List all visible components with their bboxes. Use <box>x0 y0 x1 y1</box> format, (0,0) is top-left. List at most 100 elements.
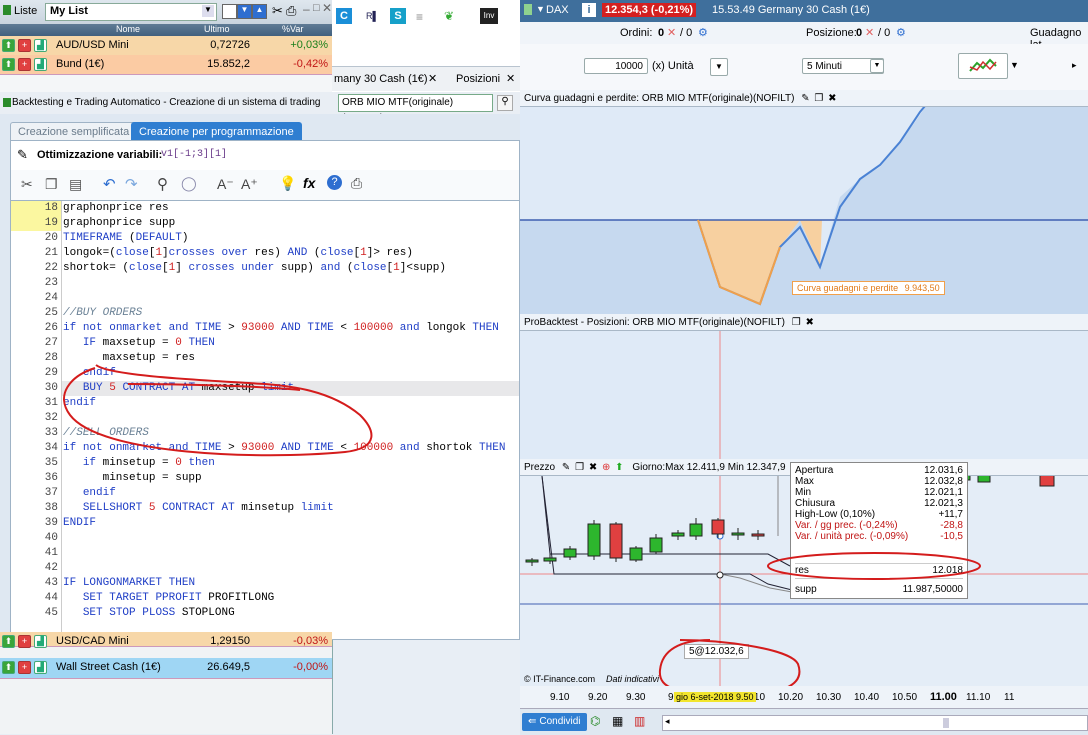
column-name[interactable]: Nome <box>116 24 140 34</box>
remove-icon[interactable]: + <box>18 58 31 71</box>
chart-type-button[interactable] <box>958 53 1008 79</box>
order-marker[interactable]: 5@12.032,6 <box>684 644 749 659</box>
scroll-right-icon[interactable]: ▸ <box>1072 60 1077 71</box>
redo-icon[interactable]: ↷ <box>125 175 138 193</box>
inv-icon[interactable]: Inv <box>480 8 498 24</box>
code-line[interactable]: SET STOP PLOSS STOPLONG <box>63 607 235 619</box>
comment-icon[interactable]: ◯ <box>181 175 197 192</box>
code-line[interactable]: maxsetup = res <box>63 352 195 364</box>
close-panel-icon[interactable]: ✖ <box>806 317 814 328</box>
tools-icon[interactable]: ✂ <box>272 3 283 19</box>
magnifier-icon[interactable]: ⚲ <box>497 95 513 111</box>
indicator-icon[interactable]: ⌬ <box>590 714 600 728</box>
close-panel-icon[interactable]: ✖ <box>828 93 836 104</box>
minimize-icon[interactable]: – <box>303 2 310 16</box>
edit-icon[interactable] <box>222 4 237 19</box>
quantity-input[interactable]: 10000 <box>584 58 648 74</box>
positions-chart[interactable] <box>520 331 1088 459</box>
scroll-left-icon[interactable]: ◂ <box>665 716 670 727</box>
leaf-icon[interactable]: ❦ <box>444 9 454 23</box>
table-row[interactable]: ⬆ + ▟ USD/CAD Mini 1,29150 -0,03% <box>0 632 332 648</box>
add-icon[interactable]: ⬆ <box>2 661 15 674</box>
code-line[interactable]: //SELL ORDERS <box>63 427 149 439</box>
paste-icon[interactable]: ▤ <box>69 176 82 193</box>
chart-row-icon[interactable]: ▟ <box>34 635 47 648</box>
rb-icon[interactable]: R▌ <box>366 11 379 21</box>
add-icon[interactable]: ⊕ <box>602 462 610 473</box>
window-icon[interactable]: ❐ <box>792 317 801 328</box>
position-x-icon[interactable]: ✕ <box>865 26 874 39</box>
search-icon[interactable]: ⚲ <box>157 175 168 193</box>
code-editor[interactable]: 18 graphonprice res 19 graphonprice supp 20 T… <box>10 200 520 640</box>
maximize-icon[interactable]: □ <box>313 2 320 14</box>
code-line[interactable]: //BUY ORDERS <box>63 307 142 319</box>
app-c-icon[interactable]: C <box>336 8 352 24</box>
code-line[interactable]: shortok= (close[1] crosses under supp) a… <box>63 262 446 274</box>
close-icon[interactable]: ✕ <box>322 1 332 15</box>
code-line[interactable]: longok=(close[1]crosses over res) AND (c… <box>63 247 413 259</box>
chevron-down-icon[interactable]: ▼ <box>202 5 214 17</box>
chart-type-chevron-icon[interactable]: ▼ <box>1010 60 1019 70</box>
up-icon[interactable]: ⬆ <box>615 462 623 473</box>
code-line[interactable]: if not onmarket and TIME > 93000 AND TIM… <box>63 442 505 454</box>
help-icon[interactable]: ? <box>327 175 342 190</box>
tab-simple[interactable]: Creazione semplificata <box>10 122 138 141</box>
orders-x-icon[interactable]: ✕ <box>667 26 676 39</box>
copy-icon[interactable]: ❐ <box>45 176 58 193</box>
table-row[interactable]: ⬆ + ▟ AUD/USD Mini 0,72726 +0,03% <box>0 36 332 56</box>
down-arrow-icon[interactable]: ▼ <box>237 4 252 19</box>
code-line[interactable]: graphonprice res <box>63 202 169 214</box>
pencil-icon[interactable]: ✎ <box>562 462 570 473</box>
code-line[interactable]: TIMEFRAME (DEFAULT) <box>63 232 188 244</box>
add-icon[interactable]: ⬆ <box>2 635 15 648</box>
window-icon[interactable]: ❐ <box>575 462 584 473</box>
chart-row-icon[interactable]: ▟ <box>34 661 47 674</box>
flag-icon[interactable]: ≡ <box>416 10 423 24</box>
list-icon[interactable]: ▦ <box>612 714 623 728</box>
print-code-icon[interactable]: ⎙ <box>351 175 362 192</box>
close-tab2-icon[interactable]: ✕ <box>506 72 515 85</box>
remove-icon[interactable]: + <box>18 661 31 674</box>
system-name-field[interactable]: ORB MIO MTF(originale)(NOFILT) <box>338 94 493 124</box>
close-tab-icon[interactable]: ✕ <box>428 72 437 85</box>
pencil-icon[interactable]: ✎ <box>801 93 809 104</box>
code-line[interactable]: BUY 5 CONTRACT AT maxsetup limit <box>63 382 294 394</box>
column-last[interactable]: Ultimo <box>204 24 230 34</box>
remove-icon[interactable]: + <box>18 635 31 648</box>
table-row[interactable]: ⬆ + ▟ Bund (1€) 15.852,2 -0,42% <box>0 55 332 75</box>
add-icon[interactable]: ⬆ <box>2 39 15 52</box>
code-line[interactable]: if not onmarket and TIME > 93000 AND TIM… <box>63 322 499 334</box>
chart-scrollbar[interactable]: ◂ <box>662 715 1088 731</box>
s-icon[interactable]: S <box>390 8 406 24</box>
scroll-thumb[interactable] <box>943 718 949 728</box>
column-change[interactable]: %Var <box>282 24 303 34</box>
unit-dropdown-icon[interactable]: ▼ <box>710 58 728 76</box>
code-line[interactable]: minsetup = supp <box>63 472 202 484</box>
orders-gear-icon[interactable]: ⚙ <box>698 26 708 39</box>
code-line[interactable]: SELLSHORT 5 CONTRACT AT minsetup limit <box>63 502 334 514</box>
info-icon[interactable]: i <box>582 3 596 17</box>
code-line[interactable]: IF maxsetup = 0 THEN <box>63 337 215 349</box>
cut-icon[interactable]: ✂ <box>21 176 33 193</box>
menu-caret-icon[interactable]: ▼ <box>536 4 545 14</box>
equity-chart[interactable]: Curva guadagni e perdite 9.943,50 <box>520 99 1088 314</box>
code-line[interactable]: SET TARGET PPROFIT PROFITLONG <box>63 592 274 604</box>
chart-row-icon[interactable]: ▟ <box>34 58 47 71</box>
code-line[interactable]: endif <box>63 397 96 409</box>
code-line[interactable]: if minsetup = 0 then <box>63 457 215 469</box>
undo-icon[interactable]: ↶ <box>103 175 116 193</box>
code-line[interactable]: endif <box>63 367 116 379</box>
close-panel-icon[interactable]: ✖ <box>589 462 597 473</box>
remove-icon[interactable]: + <box>18 39 31 52</box>
optimization-value[interactable]: v1[-1;3][1] <box>161 149 227 160</box>
up-arrow-icon[interactable]: ▲ <box>252 4 267 19</box>
font-increase-icon[interactable]: A⁺ <box>241 176 258 193</box>
table-row[interactable]: ⬆ + ▟ Wall Street Cash (1€) 26.649,5 -0,00% <box>0 658 332 679</box>
bars-icon[interactable]: ▥ <box>634 714 645 728</box>
code-line[interactable]: endif <box>63 487 116 499</box>
chart-row-icon[interactable]: ▟ <box>34 39 47 52</box>
share-button[interactable]: ⇚ Condividi <box>522 713 587 731</box>
code-line[interactable]: graphonprice supp <box>63 217 175 229</box>
print-icon[interactable]: ⎙ <box>286 3 296 19</box>
position-gear-icon[interactable]: ⚙ <box>896 26 906 39</box>
